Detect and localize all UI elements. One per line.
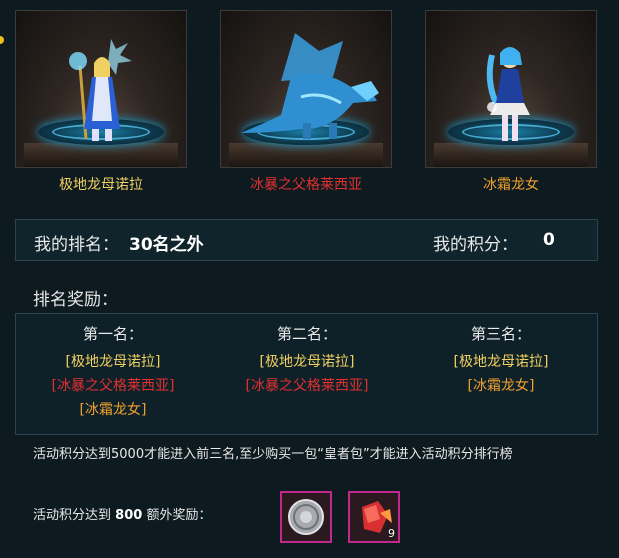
character-card-frost-dragon-girl[interactable] [425, 10, 597, 168]
reward-column-second: 第二名： [极地龙母诺拉] [冰暴之父格莱西亚] [210, 314, 404, 398]
silver-coin-icon [288, 499, 324, 535]
reward-item[interactable]: [冰霜龙女] [404, 374, 598, 398]
rank-rewards-title: 排名奖励： [33, 290, 118, 310]
character-name-frost-dragon-girl: 冰霜龙女 [483, 177, 539, 193]
bonus-item-slot-crystal[interactable]: 9 [348, 491, 400, 543]
bonus-suffix: 额外奖励： [146, 508, 212, 523]
corner-marker-icon [0, 36, 4, 44]
bonus-item-slot-coin[interactable] [280, 491, 332, 543]
reward-column-third: 第三名： [极地龙母诺拉] [冰霜龙女] [404, 314, 598, 398]
bonus-threshold: 800 [115, 508, 143, 523]
bonus-reward-label: 活动积分达到 800 额外奖励： [33, 504, 211, 523]
my-score-label: 我的积分： [433, 235, 518, 255]
reward-item[interactable]: [极地龙母诺拉] [210, 350, 404, 374]
place-label-first: 第一名： [82, 325, 143, 343]
character-name-glacia: 冰暴之父格莱西亚 [250, 177, 362, 193]
reward-item[interactable]: [极地龙母诺拉] [16, 350, 210, 374]
rank-rewards-panel: 第一名： [极地龙母诺拉] [冰暴之父格莱西亚] [冰霜龙女] 第二名： [极地… [15, 313, 598, 435]
character-name-nora: 极地龙母诺拉 [59, 177, 143, 193]
place-label-second: 第二名： [276, 325, 337, 343]
my-rank-label: 我的排名： [34, 235, 119, 255]
place-label-third: 第三名： [470, 325, 531, 343]
ice-mage-figure-icon [69, 39, 132, 141]
character-card-glacia[interactable] [220, 10, 392, 168]
my-score-value: 0 [543, 230, 555, 250]
bonus-prefix: 活动积分达到 [33, 508, 112, 523]
ice-dragon-figure-icon [241, 33, 379, 139]
reward-item[interactable]: [极地龙母诺拉] [404, 350, 598, 374]
frost-girl-figure-icon [486, 47, 530, 141]
reward-item[interactable]: [冰霜龙女] [16, 398, 210, 422]
reward-item[interactable]: [冰暴之父格莱西亚] [210, 374, 404, 398]
activity-notice: 活动积分达到5000才能进入前三名,至少购买一包“皇者包”才能进入活动积分排行榜 [33, 447, 513, 462]
reward-item[interactable]: [冰暴之父格莱西亚] [16, 374, 210, 398]
item-count: 9 [388, 527, 395, 540]
my-rank-value: 30名之外 [129, 235, 204, 255]
character-card-nora[interactable] [15, 10, 187, 168]
my-rank-bar: 我的排名： 30名之外 我的积分： 0 [15, 219, 598, 261]
reward-column-first: 第一名： [极地龙母诺拉] [冰暴之父格莱西亚] [冰霜龙女] [16, 314, 210, 422]
